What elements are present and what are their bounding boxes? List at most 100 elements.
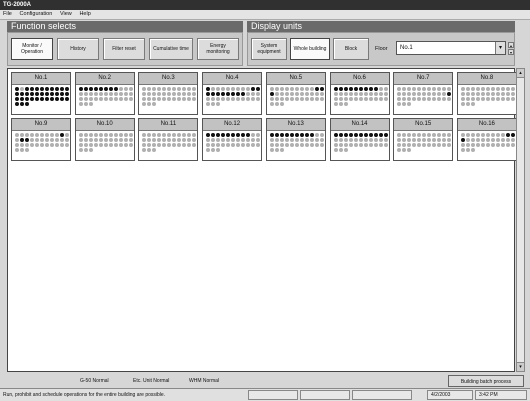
unit-indicator-dot[interactable] xyxy=(432,138,437,142)
unit-indicator-dot[interactable] xyxy=(256,92,261,96)
unit-indicator-dot[interactable] xyxy=(40,97,44,101)
unit-indicator-dot[interactable] xyxy=(427,138,432,142)
unit-indicator-dot[interactable] xyxy=(221,87,226,91)
unit-indicator-dot[interactable] xyxy=(500,87,505,91)
unit-indicator-dot[interactable] xyxy=(236,87,241,91)
unit-indicator-dot[interactable] xyxy=(269,92,274,96)
unit-indicator-dot[interactable] xyxy=(45,87,49,91)
unit-indicator-dot[interactable] xyxy=(480,133,485,137)
unit-indicator-dot[interactable] xyxy=(241,143,246,147)
unit-indicator-dot[interactable] xyxy=(172,138,177,142)
unit-indicator-dot[interactable] xyxy=(78,143,83,147)
unit-indicator-dot[interactable] xyxy=(402,148,407,152)
unit-indicator-dot[interactable] xyxy=(142,148,147,152)
unit-indicator-dot[interactable] xyxy=(88,143,93,147)
unit-indicator-dot[interactable] xyxy=(15,97,19,101)
unit-indicator-dot[interactable] xyxy=(123,138,128,142)
unit-indicator-dot[interactable] xyxy=(284,87,289,91)
unit-indicator-dot[interactable] xyxy=(304,97,309,101)
unit-indicator-dot[interactable] xyxy=(505,143,510,147)
unit-indicator-dot[interactable] xyxy=(460,148,465,152)
unit-indicator-dot[interactable] xyxy=(108,138,113,142)
unit-indicator-dot[interactable] xyxy=(226,133,231,137)
unit-indicator-dot[interactable] xyxy=(363,143,368,147)
unit-indicator-dot[interactable] xyxy=(274,87,279,91)
unit-indicator-dot[interactable] xyxy=(485,133,490,137)
unit-indicator-dot[interactable] xyxy=(407,87,412,91)
unit-indicator-dot[interactable] xyxy=(304,92,309,96)
unit-indicator-dot[interactable] xyxy=(40,133,44,137)
unit-indicator-dot[interactable] xyxy=(373,143,378,147)
unit-indicator-dot[interactable] xyxy=(343,102,348,106)
unit-indicator-dot[interactable] xyxy=(15,148,19,152)
unit-indicator-dot[interactable] xyxy=(45,92,49,96)
building-batch-process-button[interactable]: Building batch process xyxy=(448,375,524,387)
unit-indicator-dot[interactable] xyxy=(167,133,172,137)
unit-indicator-dot[interactable] xyxy=(216,102,221,106)
unit-indicator-dot[interactable] xyxy=(60,138,64,142)
unit-indicator-dot[interactable] xyxy=(192,143,197,147)
unit-indicator-dot[interactable] xyxy=(447,133,452,137)
unit-indicator-dot[interactable] xyxy=(309,97,314,101)
unit-indicator-dot[interactable] xyxy=(299,143,304,147)
unit-indicator-dot[interactable] xyxy=(226,92,231,96)
unit-indicator-dot[interactable] xyxy=(246,87,251,91)
unit-indicator-dot[interactable] xyxy=(284,92,289,96)
unit-indicator-dot[interactable] xyxy=(83,148,88,152)
unit-indicator-dot[interactable] xyxy=(378,92,383,96)
unit-indicator-dot[interactable] xyxy=(442,87,447,91)
unit-indicator-dot[interactable] xyxy=(221,97,226,101)
unit-indicator-dot[interactable] xyxy=(251,133,256,137)
unit-indicator-dot[interactable] xyxy=(368,143,373,147)
unit-indicator-dot[interactable] xyxy=(475,133,480,137)
unit-indicator-dot[interactable] xyxy=(236,97,241,101)
unit-card[interactable]: No.2 xyxy=(74,72,135,115)
unit-indicator-dot[interactable] xyxy=(319,97,324,101)
unit-card[interactable]: No.5 xyxy=(265,72,326,115)
unit-indicator-dot[interactable] xyxy=(108,92,113,96)
unit-indicator-dot[interactable] xyxy=(167,87,172,91)
unit-indicator-dot[interactable] xyxy=(216,133,221,137)
unit-indicator-dot[interactable] xyxy=(211,148,216,152)
unit-indicator-dot[interactable] xyxy=(402,97,407,101)
unit-indicator-dot[interactable] xyxy=(246,97,251,101)
unit-indicator-dot[interactable] xyxy=(211,87,216,91)
unit-indicator-dot[interactable] xyxy=(177,97,182,101)
unit-indicator-dot[interactable] xyxy=(216,138,221,142)
unit-indicator-dot[interactable] xyxy=(152,102,157,106)
unit-indicator-dot[interactable] xyxy=(157,92,162,96)
unit-indicator-dot[interactable] xyxy=(40,143,44,147)
unit-indicator-dot[interactable] xyxy=(470,92,475,96)
unit-indicator-dot[interactable] xyxy=(417,87,422,91)
unit-indicator-dot[interactable] xyxy=(475,143,480,147)
unit-indicator-dot[interactable] xyxy=(40,138,44,142)
unit-indicator-dot[interactable] xyxy=(314,138,319,142)
unit-indicator-dot[interactable] xyxy=(231,92,236,96)
unit-indicator-dot[interactable] xyxy=(383,138,388,142)
unit-indicator-dot[interactable] xyxy=(427,143,432,147)
unit-indicator-dot[interactable] xyxy=(123,133,128,137)
unit-indicator-dot[interactable] xyxy=(378,133,383,137)
unit-indicator-dot[interactable] xyxy=(442,133,447,137)
unit-indicator-dot[interactable] xyxy=(221,143,226,147)
unit-indicator-dot[interactable] xyxy=(299,138,304,142)
unit-indicator-dot[interactable] xyxy=(480,138,485,142)
unit-indicator-dot[interactable] xyxy=(182,138,187,142)
unit-indicator-dot[interactable] xyxy=(206,87,211,91)
unit-indicator-dot[interactable] xyxy=(485,92,490,96)
unit-indicator-dot[interactable] xyxy=(412,138,417,142)
unit-card[interactable]: No.13 xyxy=(265,118,326,161)
unit-indicator-dot[interactable] xyxy=(333,133,338,137)
unit-indicator-dot[interactable] xyxy=(45,133,49,137)
unit-indicator-dot[interactable] xyxy=(65,143,69,147)
unit-indicator-dot[interactable] xyxy=(241,133,246,137)
menu-configuration[interactable]: Configuration xyxy=(17,10,56,19)
unit-indicator-dot[interactable] xyxy=(505,138,510,142)
floor-select[interactable]: No.1 ▾ xyxy=(396,41,506,55)
unit-indicator-dot[interactable] xyxy=(417,133,422,137)
unit-indicator-dot[interactable] xyxy=(128,138,133,142)
unit-indicator-dot[interactable] xyxy=(88,102,93,106)
unit-indicator-dot[interactable] xyxy=(172,133,177,137)
unit-indicator-dot[interactable] xyxy=(480,92,485,96)
unit-indicator-dot[interactable] xyxy=(182,87,187,91)
